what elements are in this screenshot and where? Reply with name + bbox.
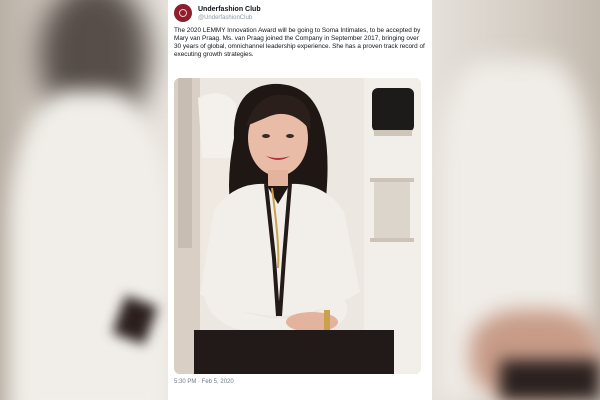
author-display-name[interactable]: Underfashion Club [198,6,261,13]
background-blur-skirt [500,360,600,400]
portrait-illustration [174,78,421,374]
tweet-text: The 2020 LEMMY Innovation Award will be … [174,27,425,58]
author-names: Underfashion Club @UnderfashionClub [198,6,261,21]
background-blur-jacket-left [10,90,170,400]
avatar[interactable] [174,4,192,22]
tweet-header: Underfashion Club @UnderfashionClub [174,3,424,23]
author-handle[interactable]: @UnderfashionClub [198,15,261,21]
brand-logo-icon [179,9,187,17]
tweet-timestamp[interactable]: 5:30 PM · Feb 5, 2020 [174,379,234,385]
tweet-photo[interactable] [174,78,421,374]
